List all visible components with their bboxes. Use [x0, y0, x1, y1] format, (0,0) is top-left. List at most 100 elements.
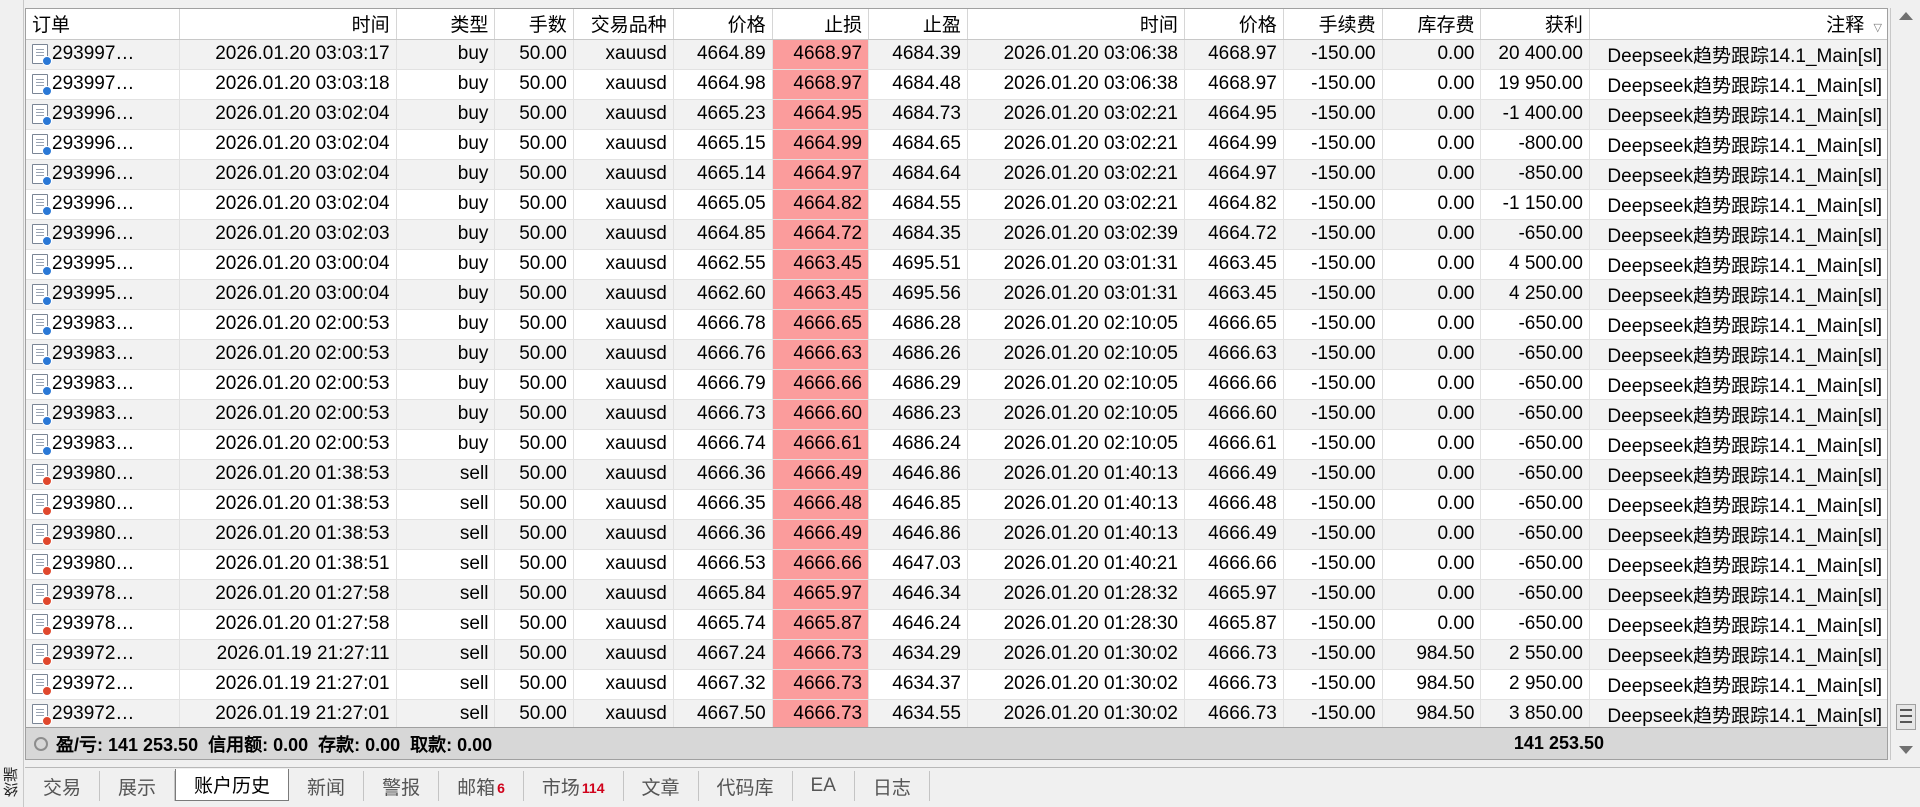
col-header-close-time[interactable]: 时间 — [967, 9, 1185, 40]
cell-profit: -650.00 — [1480, 399, 1590, 430]
buy-order-icon — [32, 74, 52, 96]
cell-close-price: 4666.48 — [1184, 489, 1284, 520]
tab-9[interactable]: EA — [793, 771, 855, 801]
col-header-profit[interactable]: 获利 — [1480, 9, 1590, 40]
cell-type: buy — [396, 309, 496, 340]
cell-swap: 0.00 — [1382, 129, 1482, 160]
col-header-type[interactable]: 类型 — [396, 9, 496, 40]
table-row[interactable]: 293983… 2026.01.20 02:00:53 buy 50.00 xauusd… — [26, 429, 1887, 460]
cell-sl: 4668.97 — [772, 69, 870, 100]
cell-tp: 4684.39 — [868, 39, 968, 70]
table-row[interactable]: 293996… 2026.01.20 03:02:04 buy 50.00 xauusd… — [26, 159, 1887, 190]
cell-order: 293983… — [26, 339, 180, 370]
table-row[interactable]: 293995… 2026.01.20 03:00:04 buy 50.00 xauusd… — [26, 279, 1887, 310]
scroll-down-arrow-icon[interactable] — [1899, 746, 1913, 754]
cell-open-time: 2026.01.20 02:00:53 — [179, 369, 397, 400]
sort-arrow-icon[interactable]: ▽ — [1874, 22, 1882, 34]
cell-volume: 50.00 — [494, 549, 574, 580]
cell-profit: -650.00 — [1480, 519, 1590, 550]
col-header-order[interactable]: 订单 — [26, 9, 180, 40]
buy-order-icon — [32, 164, 52, 186]
cell-type: buy — [396, 189, 496, 220]
order-id: 293980… — [52, 553, 135, 574]
cell-close-price: 4664.72 — [1184, 219, 1284, 250]
col-header-symbol[interactable]: 交易品种 — [573, 9, 674, 40]
order-id: 293997… — [52, 73, 135, 94]
table-row[interactable]: 293980… 2026.01.20 01:38:53 sell 50.00 xauus… — [26, 459, 1887, 490]
table-row[interactable]: 293980… 2026.01.20 01:38:53 sell 50.00 xauus… — [26, 489, 1887, 520]
col-header-volume[interactable]: 手数 — [494, 9, 574, 40]
cell-commission: -150.00 — [1283, 669, 1383, 700]
cell-volume: 50.00 — [494, 489, 574, 520]
table-row[interactable]: 293980… 2026.01.20 01:38:51 sell 50.00 xauus… — [26, 549, 1887, 580]
cell-volume: 50.00 — [494, 579, 574, 610]
summary-circle-icon — [34, 736, 48, 751]
tab-0[interactable]: 交易 — [25, 771, 101, 801]
order-id: 293995… — [52, 283, 135, 304]
tab-7[interactable]: 文章 — [624, 771, 699, 801]
buy-order-icon — [32, 134, 52, 156]
cell-close-price: 4666.63 — [1184, 339, 1284, 370]
table-row[interactable]: 293978… 2026.01.20 01:27:58 sell 50.00 xauus… — [26, 609, 1887, 640]
table-row[interactable]: 293983… 2026.01.20 02:00:53 buy 50.00 xauusd… — [26, 369, 1887, 400]
col-header-commission[interactable]: 手续费 — [1283, 9, 1383, 40]
table-row[interactable]: 293983… 2026.01.20 02:00:53 buy 50.00 xauusd… — [26, 309, 1887, 340]
table-row[interactable]: 293996… 2026.01.20 03:02:03 buy 50.00 xauusd… — [26, 219, 1887, 250]
table-row[interactable]: 293978… 2026.01.20 01:27:58 sell 50.00 xauus… — [26, 579, 1887, 610]
table-row[interactable]: 293996… 2026.01.20 03:02:04 buy 50.00 xauusd… — [26, 99, 1887, 130]
table-row[interactable]: 293972… 2026.01.19 21:27:01 sell 50.00 xauus… — [26, 669, 1887, 700]
table-row[interactable]: 293997… 2026.01.20 03:03:17 buy 50.00 xauusd… — [26, 39, 1887, 70]
cell-profit: 3 850.00 — [1480, 699, 1590, 727]
col-header-close-price[interactable]: 价格 — [1184, 9, 1284, 40]
order-id: 293995… — [52, 253, 135, 274]
col-header-comment-label: 注释 — [1826, 15, 1865, 37]
col-header-tp[interactable]: 止盈 — [868, 9, 968, 40]
table-row[interactable]: 293980… 2026.01.20 01:38:53 sell 50.00 xauus… — [26, 519, 1887, 550]
buy-order-icon — [32, 194, 52, 216]
cell-open-time: 2026.01.20 02:00:53 — [179, 309, 397, 340]
table-row[interactable]: 293996… 2026.01.20 03:02:04 buy 50.00 xauusd… — [26, 129, 1887, 160]
cell-open-price: 4666.53 — [673, 549, 773, 580]
table-row[interactable]: 293972… 2026.01.19 21:27:11 sell 50.00 xauus… — [26, 639, 1887, 670]
cell-close-time: 2026.01.20 02:10:05 — [967, 339, 1185, 370]
order-id: 293983… — [52, 343, 135, 364]
cell-open-price: 4662.55 — [673, 249, 773, 280]
order-id: 293980… — [52, 463, 135, 484]
tab-1[interactable]: 展示 — [100, 771, 176, 801]
tab-6[interactable]: 市场 114 — [524, 771, 624, 801]
scroll-thumb[interactable] — [1896, 704, 1916, 730]
table-row[interactable]: 293996… 2026.01.20 03:02:04 buy 50.00 xauusd… — [26, 189, 1887, 220]
table-row[interactable]: 293995… 2026.01.20 03:00:04 buy 50.00 xauusd… — [26, 249, 1887, 280]
cell-open-time: 2026.01.20 03:02:04 — [179, 129, 397, 160]
cell-comment: Deepseek趋势跟踪14.1_Main[sl] — [1589, 519, 1887, 550]
col-header-sl[interactable]: 止损 — [772, 9, 870, 40]
col-header-swap[interactable]: 库存费 — [1382, 9, 1482, 40]
table-row[interactable]: 293983… 2026.01.20 02:00:53 buy 50.00 xauusd… — [26, 339, 1887, 370]
cell-tp: 4695.51 — [868, 249, 968, 280]
cell-type: buy — [396, 219, 496, 250]
cell-open-time: 2026.01.20 01:27:58 — [179, 609, 397, 640]
table-row[interactable]: 293983… 2026.01.20 02:00:53 buy 50.00 xauusd… — [26, 399, 1887, 430]
cell-close-time: 2026.01.20 03:01:31 — [967, 249, 1185, 280]
cell-comment: Deepseek趋势跟踪14.1_Main[sl] — [1589, 339, 1887, 370]
tab-5[interactable]: 邮箱 6 — [439, 771, 524, 801]
cell-type: buy — [396, 39, 496, 70]
tab-10[interactable]: 日志 — [855, 771, 930, 801]
tab-3[interactable]: 新闻 — [289, 771, 365, 801]
tab-8[interactable]: 代码库 — [699, 771, 793, 801]
tab-2[interactable]: 账户历史 — [175, 769, 290, 801]
col-header-open-price[interactable]: 价格 — [673, 9, 773, 40]
tab-4[interactable]: 警报 — [364, 771, 440, 801]
scroll-up-arrow-icon[interactable] — [1899, 12, 1913, 20]
buy-order-icon — [32, 434, 52, 456]
tab-label: 邮箱 — [457, 777, 496, 799]
table-row[interactable]: 293972… 2026.01.19 21:27:01 sell 50.00 xauus… — [26, 699, 1887, 727]
cell-sl: 4666.60 — [772, 399, 870, 430]
col-header-open-time[interactable]: 时间 — [179, 9, 397, 40]
cell-order: 293983… — [26, 309, 180, 340]
order-id: 293980… — [52, 493, 135, 514]
vertical-scrollbar[interactable] — [1890, 8, 1920, 760]
cell-symbol: xauusd — [573, 369, 674, 400]
col-header-comment[interactable]: 注释 ▽ — [1589, 9, 1887, 40]
table-row[interactable]: 293997… 2026.01.20 03:03:18 buy 50.00 xauusd… — [26, 69, 1887, 100]
